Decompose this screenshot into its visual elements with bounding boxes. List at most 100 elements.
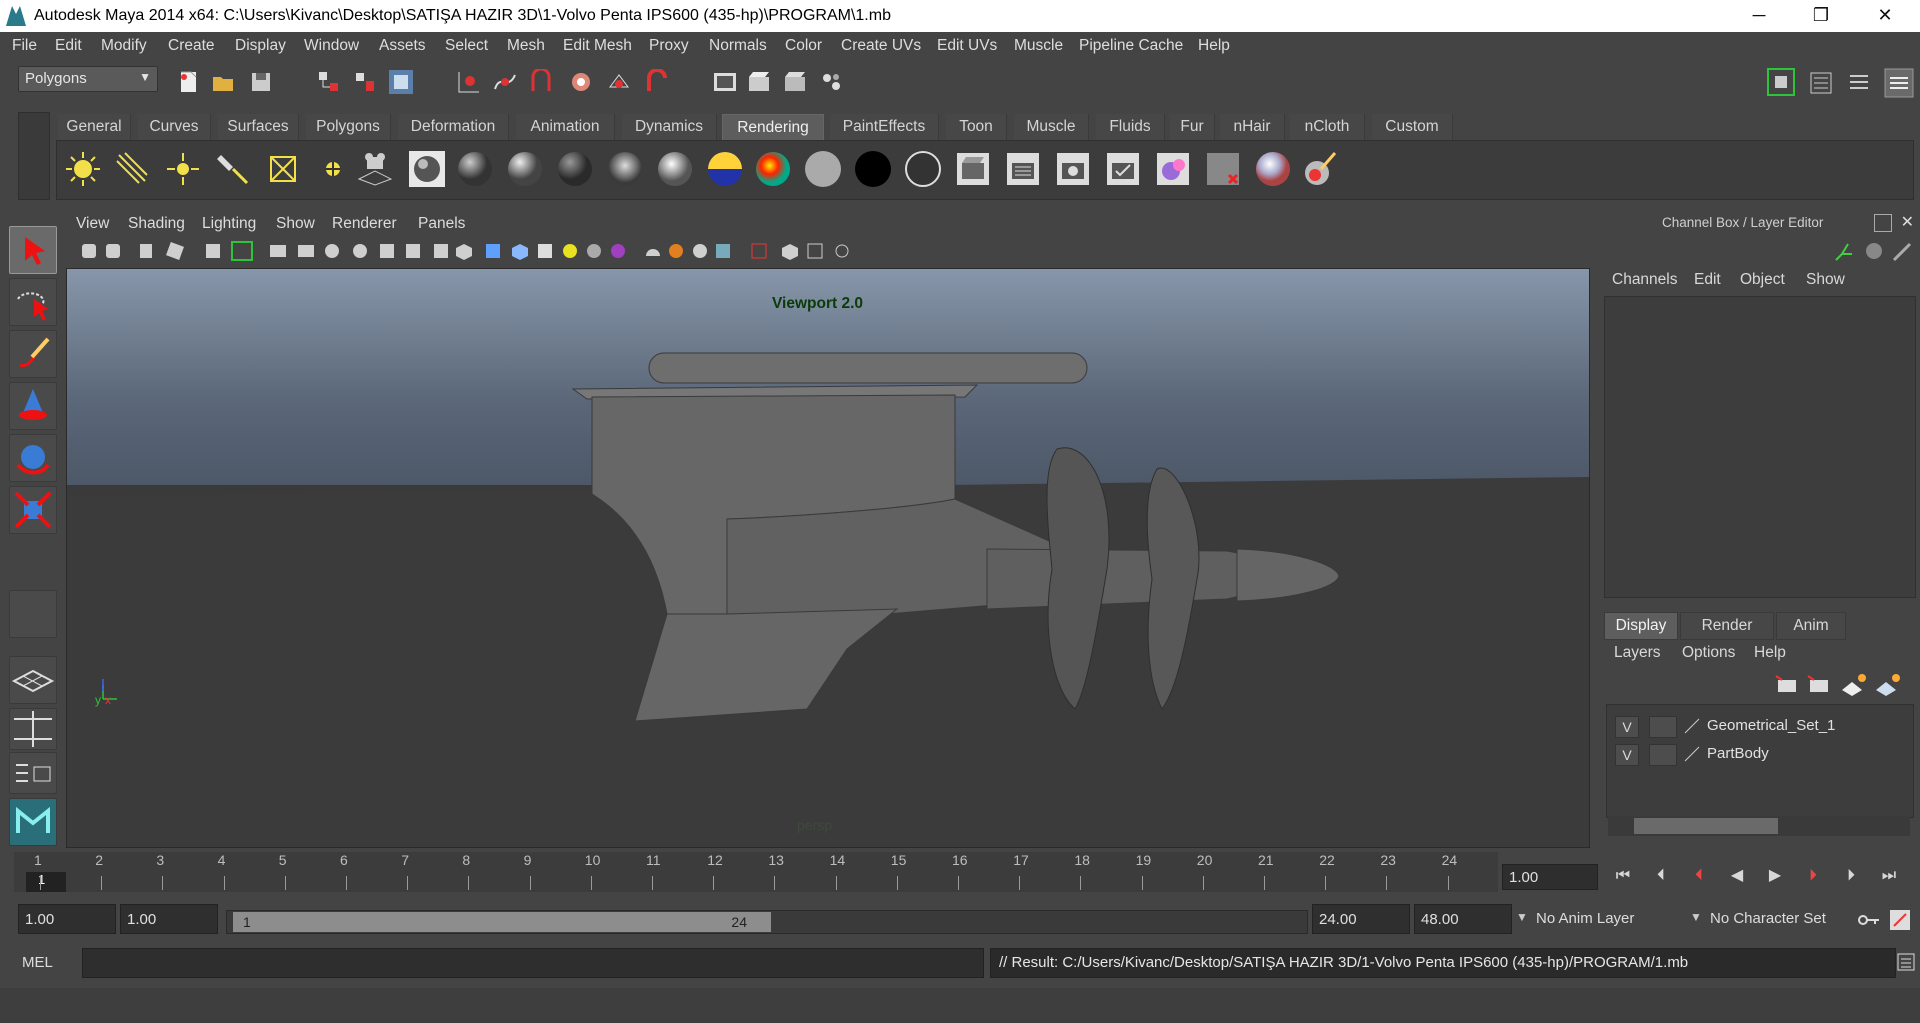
go-to-start-button[interactable]: ⏮ <box>1608 862 1638 890</box>
menu-muscle[interactable]: Muscle <box>1014 37 1063 55</box>
menu-display[interactable]: Display <box>235 37 286 55</box>
paint-select-tool-button[interactable] <box>9 330 57 378</box>
menu-window[interactable]: Window <box>304 37 359 55</box>
rotate-tool-button[interactable] <box>9 434 57 482</box>
batch-render-icon[interactable] <box>1003 149 1043 189</box>
lambert-sphere-icon[interactable] <box>407 149 447 189</box>
float-panel-icon[interactable] <box>1874 214 1892 232</box>
shelf-tab-curves[interactable]: Curves <box>138 114 211 140</box>
character-set-chevron-icon[interactable]: ▼ <box>1690 910 1702 924</box>
shader-sphere-1-icon[interactable] <box>455 149 495 189</box>
layer-visibility-toggle[interactable]: V <box>1615 744 1639 766</box>
snap-plane-icon[interactable] <box>568 69 594 95</box>
layer-visibility-toggle[interactable]: V <box>1615 716 1639 738</box>
shelf-tab-fur[interactable]: Fur <box>1170 114 1215 140</box>
layer-row[interactable]: V Geometrical_Set_1 <box>1607 713 1913 739</box>
snap-live-icon[interactable] <box>606 69 632 95</box>
ipr-clapper-icon[interactable] <box>1053 149 1093 189</box>
black-circle-icon[interactable] <box>853 149 893 189</box>
render-disabled-icon[interactable] <box>1203 149 1243 189</box>
restore-button[interactable]: ❐ <box>1798 0 1844 32</box>
go-to-end-button[interactable]: ⏭ <box>1874 862 1904 890</box>
four-view-layout-button[interactable] <box>9 708 57 750</box>
close-panel-icon[interactable]: ✕ <box>1901 212 1914 232</box>
outlined-circle-icon[interactable] <box>903 149 943 189</box>
hypershade-icon[interactable] <box>1153 149 1193 189</box>
layer-scrollbar[interactable] <box>1608 816 1910 836</box>
shelf-tab-ncloth[interactable]: nCloth <box>1290 114 1365 140</box>
menu-assets[interactable]: Assets <box>379 37 426 55</box>
menu-edit[interactable]: Edit <box>55 37 82 55</box>
spot-light-icon[interactable] <box>213 149 253 189</box>
lasso-tool-button[interactable] <box>9 278 57 326</box>
end-time-field[interactable]: 48.00 <box>1414 904 1512 934</box>
shelf-tab-fluids[interactable]: Fluids <box>1096 114 1165 140</box>
playback-start-field[interactable]: 1.00 <box>120 904 218 934</box>
render-settings-clapper-icon[interactable] <box>1103 149 1143 189</box>
channel-show-menu[interactable]: Show <box>1806 271 1845 289</box>
channel-object-menu[interactable]: Object <box>1740 271 1785 289</box>
shelf-tab-surfaces[interactable]: Surfaces <box>218 114 299 140</box>
ipr-render-icon[interactable] <box>782 69 808 95</box>
channel-box-area[interactable] <box>1604 296 1916 598</box>
select-tool-button[interactable] <box>9 226 57 274</box>
viewport-menu-lighting[interactable]: Lighting <box>202 215 256 233</box>
camera-icon[interactable] <box>355 149 395 189</box>
modeling-toolkit-icon[interactable] <box>1766 67 1796 97</box>
shelf-tab-dynamics[interactable]: Dynamics <box>622 114 717 140</box>
render-clapper-icon[interactable] <box>953 149 993 189</box>
paint-render-icon[interactable] <box>1299 149 1339 189</box>
shader-sphere-3-icon[interactable] <box>555 149 595 189</box>
mental-ray-sphere-icon[interactable] <box>1253 149 1293 189</box>
volume-light-icon[interactable] <box>313 149 353 189</box>
ramp-shader-icon[interactable] <box>705 149 745 189</box>
menu-proxy[interactable]: Proxy <box>649 37 689 55</box>
ambient-light-icon[interactable] <box>63 149 103 189</box>
shelf-tab-custom[interactable]: Custom <box>1372 114 1453 140</box>
anim-layer-label[interactable]: No Anim Layer <box>1536 910 1634 927</box>
play-backward-button[interactable]: ◀ <box>1722 862 1752 890</box>
render-settings-icon[interactable] <box>818 69 844 95</box>
range-slider[interactable]: 1 24 <box>226 910 1308 934</box>
shelf-tab-toon[interactable]: Toon <box>946 114 1007 140</box>
layer-help-menu[interactable]: Help <box>1754 644 1786 662</box>
magnet-icon[interactable] <box>644 69 670 95</box>
maya-home-button[interactable] <box>9 798 57 846</box>
time-slider[interactable]: 1 1 2 3 4 5 6 7 8 9 10 11 12 13 14 15 16 17 18 19 20 21 22 23 2… <box>14 852 1498 892</box>
directional-light-icon[interactable] <box>113 149 153 189</box>
channel-box-toggle-icon[interactable] <box>1884 68 1914 98</box>
move-tool-button[interactable] <box>9 382 57 430</box>
current-time-field[interactable]: 1.00 <box>1502 864 1598 890</box>
scale-tool-button[interactable] <box>9 486 57 534</box>
script-editor-icon[interactable] <box>1896 952 1916 972</box>
menu-create-uvs[interactable]: Create UVs <box>841 37 921 55</box>
command-language[interactable]: MEL <box>22 954 53 971</box>
menu-file[interactable]: File <box>12 37 37 55</box>
shader-sphere-5-icon[interactable] <box>655 149 695 189</box>
new-layer-icon[interactable] <box>1842 674 1866 696</box>
layer-type-toggle[interactable] <box>1649 744 1677 766</box>
menu-set-selector[interactable]: Polygons ▼ <box>18 66 158 92</box>
move-layer-up-icon[interactable] <box>1775 675 1796 692</box>
menu-create[interactable]: Create <box>168 37 215 55</box>
perspective-layout-button[interactable] <box>9 656 57 704</box>
viewport-menu-show[interactable]: Show <box>276 215 315 233</box>
channels-menu[interactable]: Channels <box>1612 271 1678 289</box>
close-button[interactable]: ✕ <box>1862 0 1908 32</box>
shelf-tab-deformation[interactable]: Deformation <box>398 114 509 140</box>
scrollbar-thumb[interactable] <box>1634 818 1778 834</box>
command-input[interactable] <box>82 948 984 978</box>
viewport-menu-renderer[interactable]: Renderer <box>332 215 397 233</box>
snap-curve-icon[interactable] <box>492 69 518 95</box>
step-back-key-button[interactable]: ⏴ <box>1684 862 1714 890</box>
propulsion-model[interactable] <box>67 269 1589 847</box>
shelf-menu-handle[interactable] <box>18 112 50 200</box>
select-hierarchy-icon[interactable] <box>316 69 342 95</box>
layer-tab-anim[interactable]: Anim <box>1776 612 1846 640</box>
menu-normals[interactable]: Normals <box>709 37 767 55</box>
channel-edit-menu[interactable]: Edit <box>1694 271 1721 289</box>
shelf-tab-rendering[interactable]: Rendering <box>722 114 824 141</box>
attribute-editor-icon[interactable] <box>1808 70 1834 96</box>
shader-sphere-4-icon[interactable] <box>605 149 645 189</box>
shelf-tab-polygons[interactable]: Polygons <box>306 114 391 140</box>
